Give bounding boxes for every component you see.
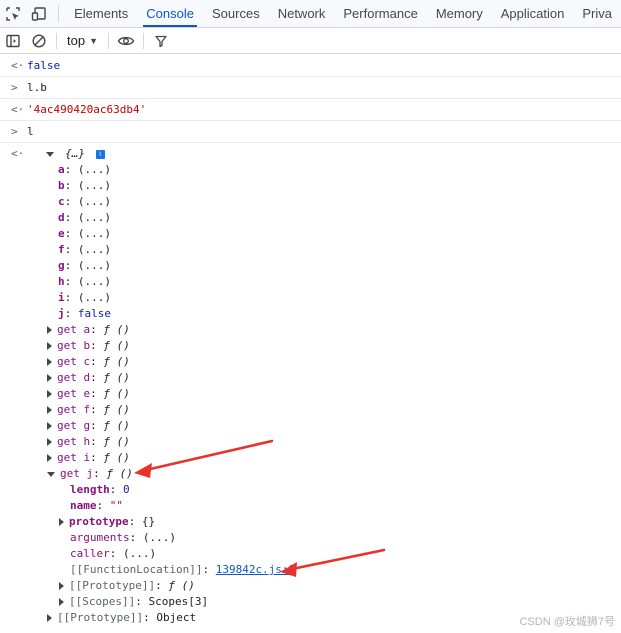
console-toolbar: top ▼ bbox=[0, 28, 621, 54]
expand-triangle-icon[interactable] bbox=[47, 326, 52, 334]
object-property[interactable]: g: (...) bbox=[58, 258, 111, 274]
object-root[interactable]: <· {…} i bbox=[11, 146, 105, 162]
getter-row[interactable]: get h: ƒ () bbox=[47, 434, 130, 450]
toolbar-divider bbox=[108, 32, 109, 49]
expand-triangle-icon[interactable] bbox=[47, 358, 52, 366]
object-property[interactable]: c: (...) bbox=[58, 194, 111, 210]
result-value[interactable]: '4ac490420ac63db4' bbox=[27, 103, 146, 116]
function-property[interactable]: arguments: (...) bbox=[70, 530, 176, 546]
getter-row[interactable]: get e: ƒ () bbox=[47, 386, 130, 402]
getter-row[interactable]: get b: ƒ () bbox=[47, 338, 130, 354]
toolbar-divider bbox=[143, 32, 144, 49]
console-result-line: <· false bbox=[0, 55, 621, 77]
function-location-link[interactable]: 139842c.js:1 bbox=[216, 563, 295, 576]
function-property[interactable]: name: "" bbox=[70, 498, 123, 514]
function-property[interactable]: caller: (...) bbox=[70, 546, 156, 562]
expand-triangle-icon[interactable] bbox=[47, 390, 52, 398]
tab-application[interactable]: Application bbox=[492, 0, 574, 27]
scopes-row[interactable]: [[Scopes]]: Scopes[3] bbox=[59, 594, 208, 610]
eye-icon[interactable] bbox=[113, 28, 139, 53]
inspect-element-icon[interactable] bbox=[0, 0, 26, 27]
tab-privacy[interactable]: Priva bbox=[573, 0, 621, 27]
tab-memory[interactable]: Memory bbox=[427, 0, 492, 27]
function-property[interactable]: length: 0 bbox=[70, 482, 130, 498]
object-summary: {…} bbox=[65, 147, 85, 160]
getter-row[interactable]: get g: ƒ () bbox=[47, 418, 130, 434]
input-text: l bbox=[27, 125, 34, 138]
chevron-down-icon: ▼ bbox=[89, 35, 98, 46]
console-input-line[interactable]: > l bbox=[0, 121, 621, 143]
info-icon[interactable]: i bbox=[95, 149, 105, 159]
context-selector[interactable]: top ▼ bbox=[61, 33, 104, 48]
context-label: top bbox=[67, 33, 86, 48]
watermark: CSDN @玫城狮7号 bbox=[519, 616, 615, 628]
object-tree: <· {…} i a: (...) b: (...) c: (...) d: (… bbox=[0, 143, 621, 633]
getter-row[interactable]: get i: ƒ () bbox=[47, 450, 130, 466]
object-property[interactable]: i: (...) bbox=[58, 290, 111, 306]
input-text: l.b bbox=[27, 81, 47, 94]
expand-triangle-icon[interactable] bbox=[47, 614, 52, 622]
expand-triangle-icon[interactable] bbox=[59, 518, 64, 526]
toolbar-divider bbox=[56, 32, 57, 49]
input-prompt-icon: > bbox=[11, 125, 18, 138]
internal-prototype-row[interactable]: [[Prototype]]: ƒ () bbox=[59, 578, 195, 594]
expand-triangle-icon[interactable] bbox=[45, 151, 54, 157]
object-property[interactable]: a: (...) bbox=[58, 162, 111, 178]
expand-triangle-icon[interactable] bbox=[47, 342, 52, 350]
getter-row[interactable]: get f: ƒ () bbox=[47, 402, 130, 418]
console-output: <· false > l.b <· '4ac490420ac63db4' > l bbox=[0, 55, 621, 143]
tab-performance[interactable]: Performance bbox=[334, 0, 426, 27]
expand-triangle-icon[interactable] bbox=[47, 422, 52, 430]
expand-triangle-icon[interactable] bbox=[59, 598, 64, 606]
object-property[interactable]: e: (...) bbox=[58, 226, 111, 242]
result-arrow-icon: <· bbox=[11, 59, 25, 72]
result-value: false bbox=[27, 59, 61, 72]
function-property[interactable]: prototype: {} bbox=[59, 514, 155, 530]
object-property[interactable]: h: (...) bbox=[58, 274, 111, 290]
sidebar-toggle-icon[interactable] bbox=[0, 28, 26, 53]
device-toolbar-icon[interactable] bbox=[26, 0, 52, 27]
expand-triangle-icon[interactable] bbox=[47, 438, 52, 446]
object-prototype-row[interactable]: [[Prototype]]: Object bbox=[47, 610, 196, 626]
console-input-line[interactable]: > l.b bbox=[0, 77, 621, 99]
getter-row-expanded[interactable]: get j: ƒ () bbox=[47, 466, 133, 482]
getter-row[interactable]: get d: ƒ () bbox=[47, 370, 130, 386]
object-property[interactable]: d: (...) bbox=[58, 210, 111, 226]
filter-icon[interactable] bbox=[148, 28, 174, 53]
getter-row[interactable]: get c: ƒ () bbox=[47, 354, 130, 370]
function-location-row: [[FunctionLocation]]: 139842c.js:1 bbox=[70, 563, 296, 576]
expand-triangle-icon[interactable] bbox=[47, 406, 52, 414]
object-property[interactable]: j: false bbox=[58, 306, 111, 322]
tab-network[interactable]: Network bbox=[269, 0, 335, 27]
console-result-line: <· '4ac490420ac63db4' bbox=[0, 99, 621, 121]
collapse-triangle-icon[interactable] bbox=[47, 471, 55, 477]
result-arrow-icon: <· bbox=[11, 147, 25, 160]
expand-triangle-icon[interactable] bbox=[59, 582, 64, 590]
getter-row[interactable]: get a: ƒ () bbox=[47, 322, 130, 338]
tab-elements[interactable]: Elements bbox=[65, 0, 137, 27]
expand-triangle-icon[interactable] bbox=[47, 374, 52, 382]
tab-console[interactable]: Console bbox=[137, 0, 203, 27]
tabbar-divider bbox=[58, 5, 60, 22]
tab-sources[interactable]: Sources bbox=[203, 0, 269, 27]
object-property[interactable]: b: (...) bbox=[58, 178, 111, 194]
object-property[interactable]: f: (...) bbox=[58, 242, 111, 258]
clear-console-icon[interactable] bbox=[26, 28, 52, 53]
devtools-tabbar: Elements Console Sources Network Perform… bbox=[0, 0, 621, 28]
expand-triangle-icon[interactable] bbox=[47, 454, 52, 462]
input-prompt-icon: > bbox=[11, 81, 18, 94]
result-arrow-icon: <· bbox=[11, 103, 25, 116]
